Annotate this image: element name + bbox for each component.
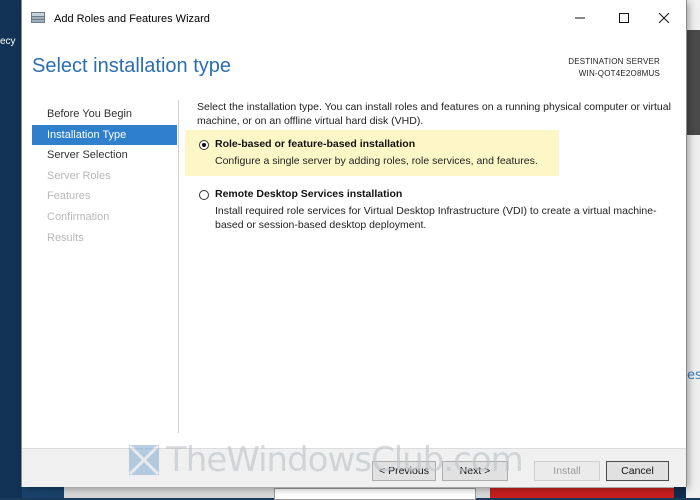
next-button[interactable]: Next > bbox=[442, 461, 508, 481]
maximize-icon bbox=[619, 13, 629, 23]
install-button: Install bbox=[534, 461, 600, 481]
main-content: Select the installation type. You can in… bbox=[185, 100, 677, 231]
wizard-footer: < Previous Next > Install Cancel bbox=[22, 448, 686, 487]
radio-role-based[interactable] bbox=[199, 140, 209, 150]
minimize-button[interactable] bbox=[558, 0, 602, 36]
background-input bbox=[274, 488, 476, 500]
nav-item-installation-type[interactable]: Installation Type bbox=[32, 124, 177, 145]
close-icon bbox=[659, 13, 669, 23]
nav-item-confirmation: Confirmation bbox=[47, 210, 110, 223]
background-red-banner bbox=[490, 488, 674, 498]
background-window-bottom bbox=[64, 486, 674, 500]
option-remote-desktop-title[interactable]: Remote Desktop Services installation bbox=[215, 188, 402, 200]
nav-item-features: Features bbox=[47, 190, 91, 203]
desktop-right-edge: es bbox=[686, 0, 700, 498]
desktop-left-fragment: ecy bbox=[0, 36, 16, 47]
destination-server-name: WIN-QOT4E2O8MUS bbox=[578, 69, 660, 78]
previous-button[interactable]: < Previous bbox=[372, 461, 436, 481]
option-role-based-description: Configure a single server by adding role… bbox=[215, 155, 538, 167]
cancel-button[interactable]: Cancel bbox=[606, 461, 669, 481]
wizard-window: Add Roles and Features Wizard Select ins… bbox=[22, 0, 686, 487]
destination-server-label: DESTINATION SERVER bbox=[568, 57, 660, 66]
nav-item-server-roles: Server Roles bbox=[47, 169, 111, 182]
title-bar[interactable]: Add Roles and Features Wizard bbox=[22, 0, 686, 36]
wizard-nav: Before You Begin Installation Type Serve… bbox=[32, 104, 177, 248]
desktop-right-fragment: es bbox=[687, 368, 700, 383]
minimize-icon bbox=[575, 17, 585, 19]
intro-text: Select the installation type. You can in… bbox=[197, 101, 671, 127]
maximize-button[interactable] bbox=[602, 0, 646, 36]
option-remote-desktop-description: Install required role services for Virtu… bbox=[215, 205, 657, 231]
window-title: Add Roles and Features Wizard bbox=[54, 13, 210, 25]
nav-item-before-you-begin[interactable]: Before You Begin bbox=[32, 104, 177, 124]
desktop-left-edge: ecy bbox=[0, 0, 22, 498]
server-manager-icon bbox=[31, 12, 45, 23]
option-role-based-title[interactable]: Role-based or feature-based installation bbox=[215, 138, 415, 150]
nav-item-results: Results bbox=[47, 231, 84, 244]
background-window-dark bbox=[686, 30, 700, 135]
page-title: Select installation type bbox=[32, 55, 232, 77]
nav-divider bbox=[178, 100, 179, 433]
option-role-based[interactable]: Role-based or feature-based installation… bbox=[185, 130, 559, 176]
radio-remote-desktop[interactable] bbox=[199, 190, 209, 200]
nav-item-server-selection[interactable]: Server Selection bbox=[32, 145, 177, 165]
close-button[interactable] bbox=[642, 0, 686, 36]
